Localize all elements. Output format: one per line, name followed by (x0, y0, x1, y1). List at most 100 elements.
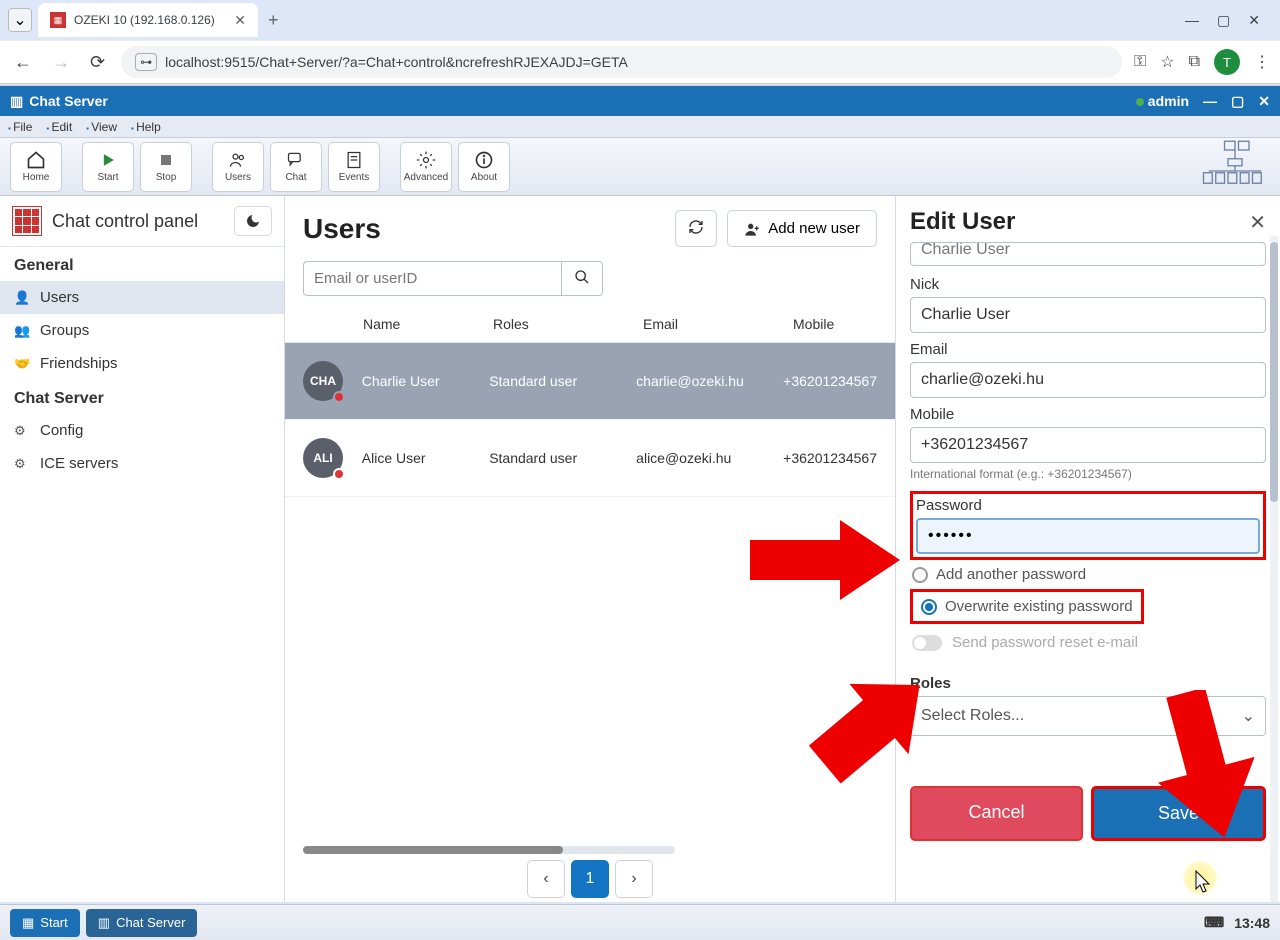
browser-menu-icon[interactable]: ⋮ (1254, 52, 1270, 72)
cancel-button[interactable]: Cancel (910, 786, 1083, 841)
refresh-icon (688, 219, 704, 235)
task-start[interactable]: ▦Start (10, 909, 80, 937)
col-name[interactable]: Name (363, 316, 493, 332)
toggle-send-reset[interactable]: Send password reset e-mail (910, 628, 1266, 657)
url-input[interactable]: ⊶ localhost:9515/Chat+Server/?a=Chat+con… (121, 46, 1122, 78)
password-key-icon[interactable]: ⚿ (1134, 53, 1146, 71)
search-input[interactable] (303, 261, 561, 296)
nick-label: Nick (910, 276, 1266, 293)
browser-tab[interactable]: ▦ OZEKI 10 (192.168.0.126) ✕ (38, 3, 258, 37)
tool-stop[interactable]: Stop (140, 142, 192, 192)
tab-list-dropdown[interactable]: ⌄ (8, 8, 32, 32)
forward-icon: → (48, 48, 74, 77)
add-user-button[interactable]: Add new user (727, 210, 877, 247)
app-maximize-icon[interactable]: ▢ (1231, 93, 1244, 110)
password-input[interactable] (916, 518, 1260, 554)
refresh-button[interactable] (675, 210, 717, 247)
app-menubar: File Edit View Help (0, 116, 1280, 138)
table-row[interactable]: ALI Alice User Standard user alice@ozeki… (285, 420, 895, 497)
search-button[interactable] (561, 261, 603, 296)
page-prev[interactable]: ‹ (527, 860, 565, 898)
new-tab-button[interactable]: + (268, 10, 279, 31)
menu-file[interactable]: File (8, 120, 32, 134)
tool-home[interactable]: Home (10, 142, 62, 192)
sidebar: Chat control panel General 👤Users 👥Group… (0, 196, 285, 902)
close-tab-icon[interactable]: ✕ (234, 12, 246, 29)
close-window-icon[interactable]: ✕ (1248, 12, 1260, 29)
edit-title: Edit User (910, 208, 1015, 236)
menu-edit[interactable]: Edit (46, 120, 72, 134)
col-mobile[interactable]: Mobile (793, 316, 877, 332)
password-label: Password (916, 497, 1260, 514)
app-logo-icon: ▥ (10, 93, 23, 110)
vertical-scrollbar[interactable] (1270, 236, 1278, 902)
search-icon (574, 269, 590, 285)
password-highlight: Password (910, 491, 1266, 560)
email-label: Email (910, 341, 1266, 358)
col-email[interactable]: Email (643, 316, 793, 332)
main-area: Chat control panel General 👤Users 👥Group… (0, 196, 1280, 902)
menu-view[interactable]: View (86, 120, 117, 134)
mobile-label: Mobile (910, 406, 1266, 423)
sidebar-section-general: General (0, 247, 284, 281)
user-status[interactable]: admin (1136, 93, 1189, 109)
tab-title: OZEKI 10 (192.168.0.126) (74, 13, 215, 27)
table-header: Name Roles Email Mobile (285, 306, 895, 343)
mobile-input[interactable] (910, 427, 1266, 463)
profile-avatar[interactable]: T (1214, 49, 1240, 75)
roles-label: Roles (910, 675, 1266, 692)
app-icon: ▥ (98, 915, 110, 931)
toggle-icon (912, 635, 942, 651)
avatar: ALI (303, 438, 343, 478)
minimize-icon[interactable]: — (1185, 12, 1199, 29)
sidebar-item-users[interactable]: 👤Users (0, 281, 284, 314)
site-info-icon[interactable]: ⊶ (135, 53, 157, 71)
table-row[interactable]: CHA Charlie User Standard user charlie@o… (285, 343, 895, 420)
group-icon: 👥 (14, 323, 30, 339)
pagination: ‹ 1 › (285, 860, 895, 898)
reload-icon[interactable]: ⟳ (86, 48, 109, 77)
back-icon[interactable]: ← (10, 48, 36, 77)
keyboard-icon[interactable]: ⌨ (1204, 914, 1224, 931)
radio-overwrite-password[interactable]: Overwrite existing password (921, 596, 1133, 617)
sidebar-item-groups[interactable]: 👥Groups (0, 314, 284, 347)
horizontal-scrollbar[interactable] (303, 846, 675, 854)
clock: 13:48 (1234, 915, 1270, 931)
task-chat-server[interactable]: ▥Chat Server (86, 909, 198, 937)
tool-advanced[interactable]: Advanced (400, 142, 452, 192)
app-close-icon[interactable]: ✕ (1258, 93, 1270, 110)
nick-input[interactable] (910, 297, 1266, 333)
taskbar: ▦Start ▥Chat Server ⌨ 13:48 (0, 904, 1280, 940)
tool-about[interactable]: About (458, 142, 510, 192)
tool-events[interactable]: Events (328, 142, 380, 192)
sidebar-item-friendships[interactable]: 🤝Friendships (0, 347, 284, 380)
panel-grid-icon (12, 206, 42, 236)
col-roles[interactable]: Roles (493, 316, 643, 332)
page-title: Users (303, 213, 381, 245)
roles-select[interactable]: Select Roles... ⌄ (910, 696, 1266, 736)
toolbar: Home Start Stop Users Chat Events Advanc… (0, 138, 1280, 196)
sidebar-item-config[interactable]: ⚙Config (0, 414, 284, 447)
tool-start[interactable]: Start (82, 142, 134, 192)
page-next[interactable]: › (615, 860, 653, 898)
user-icon: 👤 (14, 290, 30, 306)
radio-overwrite-highlight: Overwrite existing password (910, 589, 1144, 624)
status-dot-icon (1136, 98, 1144, 106)
theme-toggle[interactable] (234, 206, 272, 236)
extensions-icon[interactable]: ⧉ (1189, 53, 1200, 71)
menu-help[interactable]: Help (131, 120, 161, 134)
email-input[interactable] (910, 362, 1266, 398)
close-panel-icon[interactable]: ✕ (1249, 210, 1266, 235)
presence-dot-icon (333, 391, 345, 403)
tool-users[interactable]: Users (212, 142, 264, 192)
sidebar-item-ice[interactable]: ⚙ICE servers (0, 447, 284, 480)
app-minimize-icon[interactable]: — (1203, 93, 1217, 109)
name-field-cut[interactable]: Charlie User (910, 242, 1266, 266)
chevron-down-icon: ⌄ (1242, 706, 1255, 726)
bookmark-star-icon[interactable]: ☆ (1160, 52, 1174, 72)
page-1[interactable]: 1 (571, 860, 609, 898)
maximize-icon[interactable]: ▢ (1217, 12, 1230, 29)
radio-add-password[interactable]: Add another password (910, 560, 1266, 589)
save-button[interactable]: Save (1091, 786, 1266, 841)
tool-chat[interactable]: Chat (270, 142, 322, 192)
